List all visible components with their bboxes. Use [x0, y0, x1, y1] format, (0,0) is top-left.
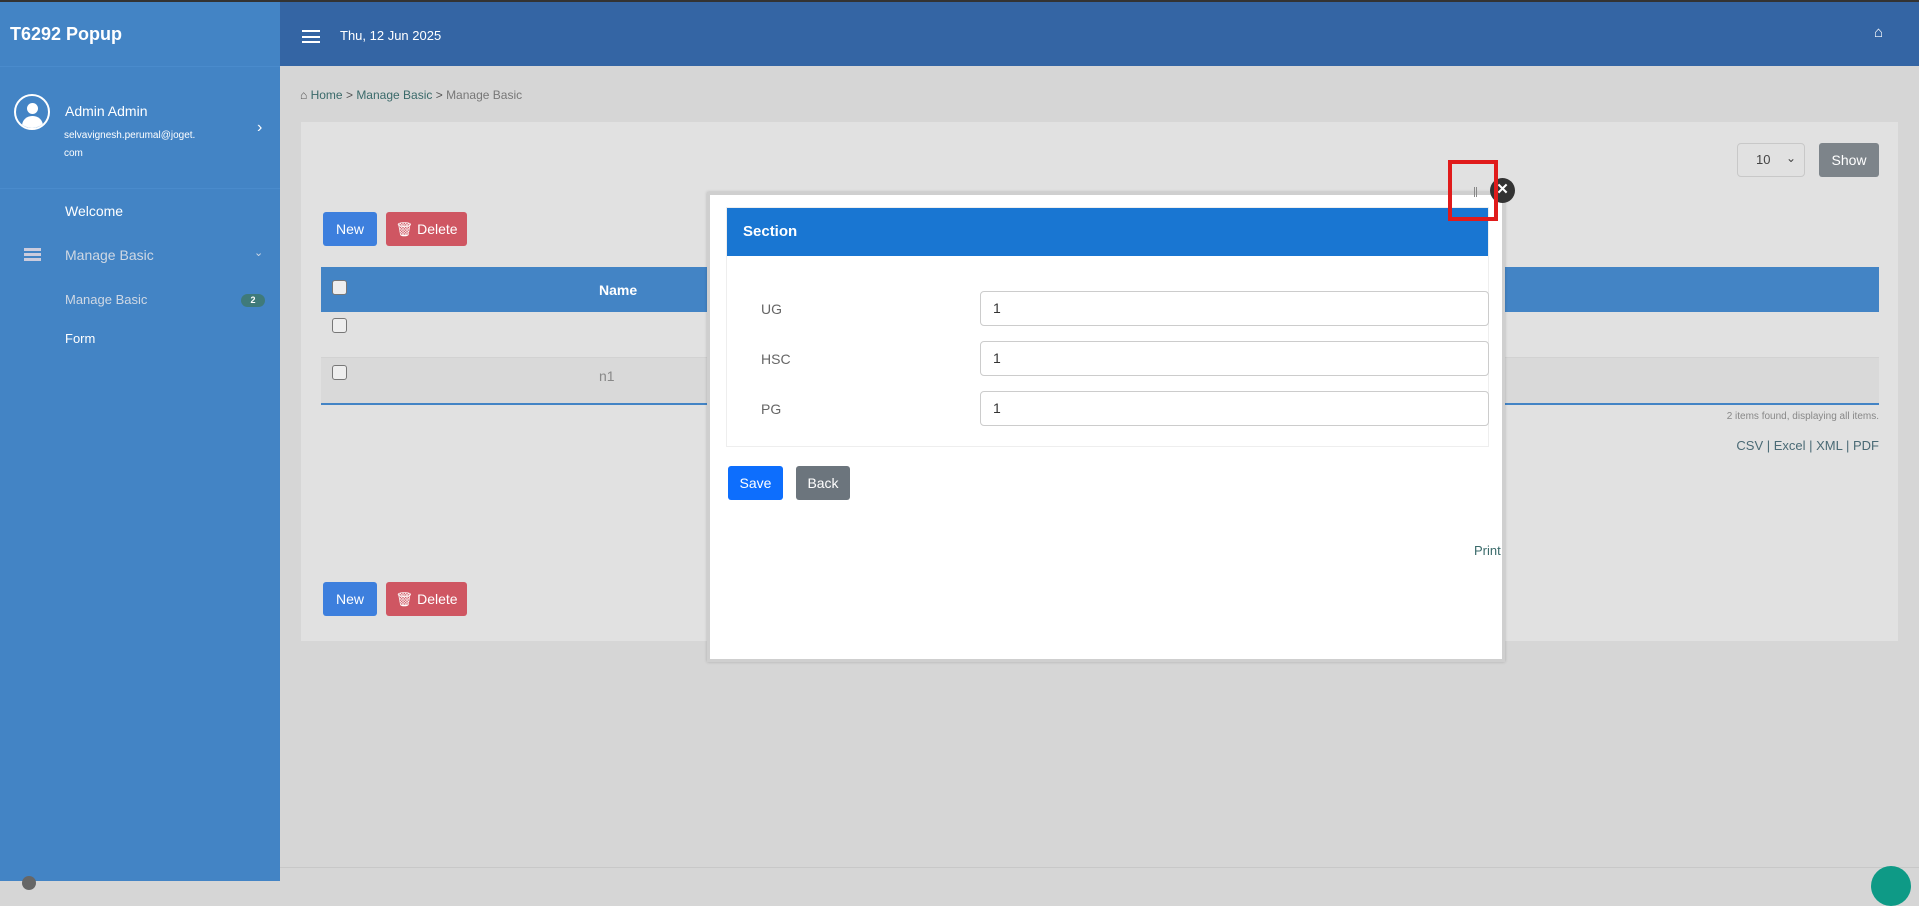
- column-header-name[interactable]: Name: [599, 282, 637, 298]
- floating-action-button[interactable]: [1871, 866, 1911, 906]
- new-button-bottom[interactable]: New: [323, 582, 377, 616]
- save-button[interactable]: Save: [728, 466, 783, 500]
- footer-divider: [280, 867, 1919, 868]
- sidebar-subitem-manage-basic[interactable]: Manage Basic: [65, 292, 147, 307]
- chevron-right-icon[interactable]: ›: [257, 119, 262, 137]
- export-links: CSV | Excel | XML | PDF: [1736, 438, 1879, 453]
- print-link[interactable]: Print: [1474, 543, 1501, 558]
- trash-icon: 🗑︎: [395, 590, 414, 607]
- select-all-checkbox[interactable]: [332, 280, 347, 295]
- sidebar-item-form[interactable]: Form: [65, 331, 95, 346]
- current-date: Thu, 12 Jun 2025: [340, 28, 442, 43]
- highlight-box: [1448, 160, 1498, 221]
- row-checkbox[interactable]: [332, 318, 347, 333]
- delete-label: Delete: [417, 221, 458, 237]
- page-size-value: 10: [1756, 152, 1771, 167]
- breadcrumb-sep: >: [435, 88, 443, 102]
- app-title: T6292 Popup: [10, 24, 123, 44]
- items-summary: 2 items found, displaying all items.: [1726, 411, 1879, 422]
- show-button[interactable]: Show: [1819, 143, 1879, 177]
- profile-email: selvavignesh.perumal@joget.: [64, 130, 196, 141]
- chevron-down-icon[interactable]: ⌄: [254, 246, 263, 259]
- breadcrumb-home[interactable]: Home: [311, 88, 343, 102]
- breadcrumb-sep: >: [345, 88, 353, 102]
- field-label-hsc: HSC: [761, 351, 791, 367]
- popup-dialog: Section UG 1 HSC 1 PG 1 Save Back Print: [707, 192, 1505, 662]
- breadcrumb: ⌂ Home > Manage Basic > Manage Basic: [300, 88, 522, 102]
- trash-icon: 🗑︎: [395, 220, 414, 237]
- field-label-pg: PG: [761, 401, 782, 417]
- sidebar-item-manage-basic[interactable]: Manage Basic: [65, 247, 154, 263]
- chevron-down-icon: ⌄: [1785, 151, 1796, 165]
- cell-name: n1: [599, 368, 615, 384]
- section-panel: Section UG 1 HSC 1 PG 1: [726, 207, 1489, 447]
- hsc-input[interactable]: 1: [980, 341, 1489, 376]
- home-icon[interactable]: ⌂: [1874, 24, 1883, 41]
- delete-label: Delete: [417, 591, 458, 607]
- export-excel[interactable]: Excel: [1774, 438, 1806, 453]
- profile-email-cont: com: [64, 148, 83, 159]
- back-button[interactable]: Back: [796, 466, 850, 500]
- export-pdf[interactable]: PDF: [1853, 438, 1879, 453]
- sidebar: T6292 Popup Admin Admin selvavignesh.per…: [0, 0, 280, 881]
- field-label-ug: UG: [761, 301, 782, 317]
- section-title: Section: [727, 208, 1488, 256]
- breadcrumb-manage-basic[interactable]: Manage Basic: [356, 88, 432, 102]
- top-header: Thu, 12 Jun 2025 ⌂: [280, 0, 1919, 66]
- delete-button[interactable]: 🗑︎ Delete: [386, 212, 467, 246]
- export-csv[interactable]: CSV: [1736, 438, 1763, 453]
- ug-input[interactable]: 1: [980, 291, 1489, 326]
- avatar[interactable]: [14, 94, 50, 130]
- export-xml[interactable]: XML: [1816, 438, 1842, 453]
- hamburger-menu-icon[interactable]: [302, 30, 320, 43]
- page-size-select[interactable]: 10 ⌄: [1737, 143, 1805, 177]
- profile-name: Admin Admin: [65, 103, 148, 119]
- breadcrumb-current: Manage Basic: [446, 88, 523, 102]
- sidebar-item-welcome[interactable]: Welcome: [65, 203, 123, 219]
- row-checkbox[interactable]: [332, 365, 347, 380]
- server-icon: [24, 248, 41, 262]
- pg-input[interactable]: 1: [980, 391, 1489, 426]
- home-icon: ⌂: [300, 88, 311, 102]
- count-badge: 2: [241, 294, 265, 307]
- bottom-user-icon[interactable]: [22, 876, 36, 890]
- new-button[interactable]: New: [323, 212, 377, 246]
- delete-button-bottom[interactable]: 🗑︎ Delete: [386, 582, 467, 616]
